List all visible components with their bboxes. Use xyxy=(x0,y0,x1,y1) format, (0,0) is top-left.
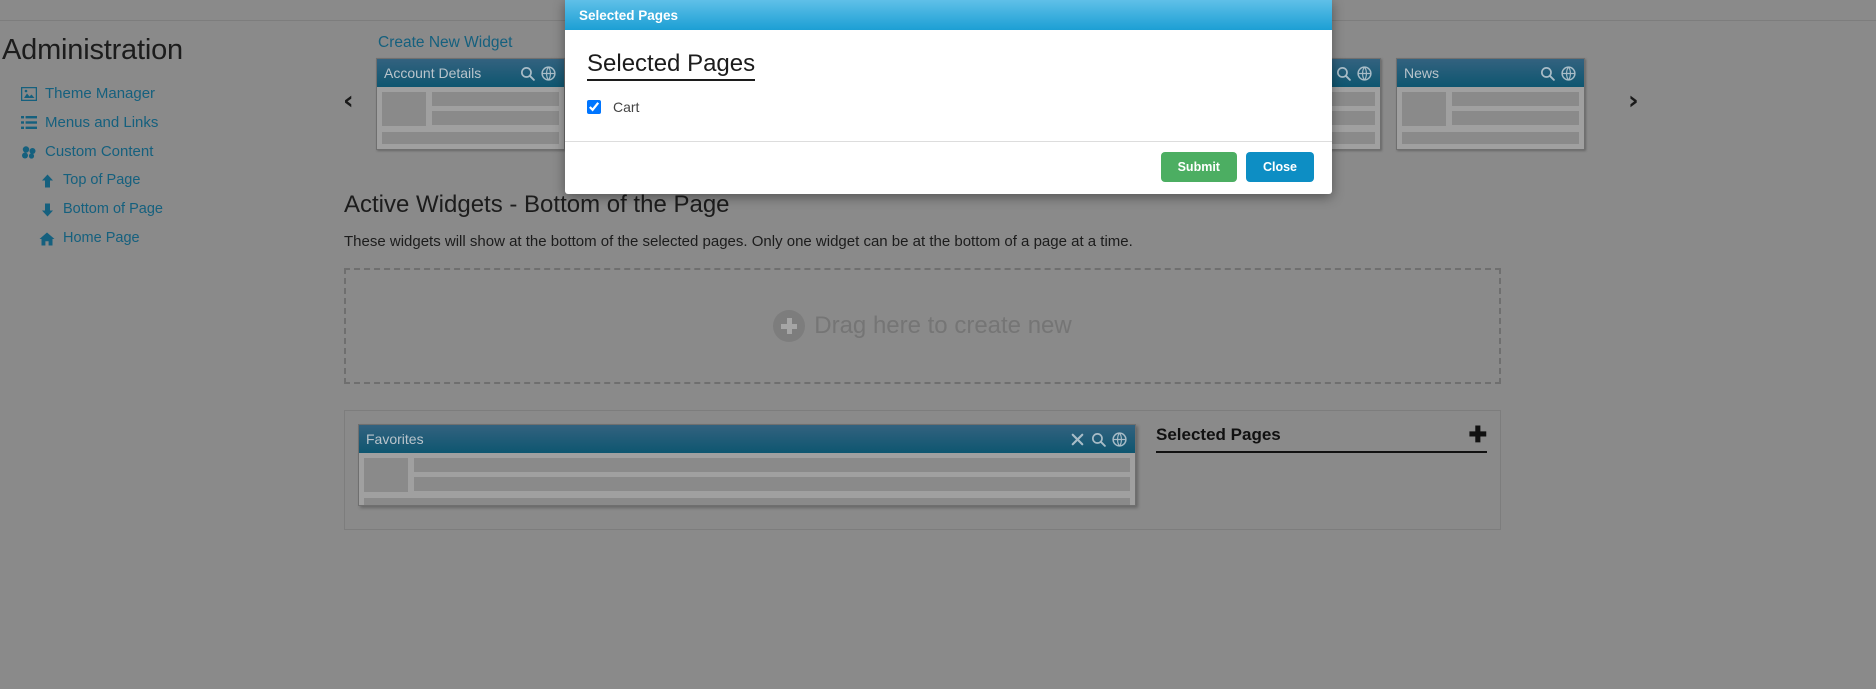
page-root: Administration Theme Manager Menus and Li… xyxy=(0,0,1876,689)
admin-sidebar: Administration Theme Manager Menus and Li… xyxy=(0,34,330,253)
carousel-next-icon[interactable]: › xyxy=(1628,88,1639,114)
dropzone-inner: Drag here to create new xyxy=(773,310,1072,342)
widget-skeleton-thumb xyxy=(1402,92,1446,126)
sidebar-item-top-of-page[interactable]: Top of Page xyxy=(0,166,330,195)
widget-skeleton-line xyxy=(414,458,1130,472)
globe-icon[interactable] xyxy=(540,65,557,82)
carousel-prev-icon[interactable]: ‹ xyxy=(343,88,354,114)
page-checkbox[interactable] xyxy=(587,100,601,114)
widget-skeleton-thumb xyxy=(364,458,408,492)
search-icon[interactable] xyxy=(1335,65,1352,82)
add-page-icon[interactable]: ✚ xyxy=(1469,424,1487,446)
widget-card-title: News xyxy=(1404,65,1440,81)
active-widget-title: Favorites xyxy=(366,431,424,447)
sidebar-item-menus-and-links[interactable]: Menus and Links xyxy=(0,108,330,137)
dropzone-label: Drag here to create new xyxy=(814,312,1072,339)
modal-title-bar: Selected Pages xyxy=(565,0,1332,30)
globe-icon[interactable] xyxy=(1560,65,1577,82)
sidebar-item-label: Menus and Links xyxy=(45,114,159,131)
widget-skeleton-lines xyxy=(414,458,1130,492)
sidebar-item-label: Custom Content xyxy=(45,143,154,160)
modal-footer: Submit Close xyxy=(565,141,1332,194)
section-title: Active Widgets - Bottom of the Page xyxy=(344,191,730,218)
widget-card[interactable]: Account Details xyxy=(376,58,565,150)
search-icon[interactable] xyxy=(1539,65,1556,82)
sidebar-nav: Theme Manager Menus and Links Custom Conte… xyxy=(0,79,330,253)
widget-skeleton-line xyxy=(414,477,1130,491)
sidebar-item-theme-manager[interactable]: Theme Manager xyxy=(0,79,330,108)
page-title: Administration xyxy=(2,34,183,66)
widget-card-title: Account Details xyxy=(384,65,482,81)
active-widget-body xyxy=(359,453,1135,505)
modal-options-list: Cart xyxy=(587,99,1310,115)
image-icon xyxy=(20,86,38,101)
widget-card-body xyxy=(1397,87,1584,149)
home-icon xyxy=(38,231,56,246)
sidebar-item-label: Home Page xyxy=(63,230,140,247)
widget-skeleton-thumb xyxy=(382,92,426,126)
search-icon[interactable] xyxy=(1090,431,1107,448)
widget-skeleton-line xyxy=(432,92,559,106)
widget-skeleton-line xyxy=(1452,92,1579,106)
sidebar-item-label: Theme Manager xyxy=(45,85,156,102)
widget-skeleton-footer xyxy=(1402,132,1579,144)
widget-card-header: Account Details xyxy=(377,59,564,87)
section-description: These widgets will show at the bottom of… xyxy=(344,233,1133,250)
widget-skeleton-row xyxy=(1402,92,1579,126)
widget-card-body xyxy=(377,87,564,149)
modal-window-title: Selected Pages xyxy=(579,7,679,23)
active-widget-card[interactable]: Favorites xyxy=(358,424,1136,506)
modal-body: Selected Pages Cart xyxy=(565,30,1332,141)
submit-button[interactable]: Submit xyxy=(1160,152,1237,182)
page-checkbox-label[interactable]: Cart xyxy=(613,99,639,115)
create-new-widget-link[interactable]: Create New Widget xyxy=(378,34,512,52)
widget-skeleton-lines xyxy=(432,92,559,126)
active-widget-header: Favorites xyxy=(359,425,1135,453)
close-button[interactable]: Close xyxy=(1245,152,1314,182)
widget-skeleton-footer xyxy=(382,132,559,144)
selected-pages-panel: Selected Pages ✚ xyxy=(1156,424,1487,516)
selected-pages-title: Selected Pages xyxy=(1156,425,1281,444)
selected-pages-header: Selected Pages ✚ xyxy=(1156,424,1487,453)
widget-dropzone[interactable]: Drag here to create new xyxy=(344,268,1501,384)
modal-heading: Selected Pages xyxy=(587,50,756,81)
widget-skeleton-footer xyxy=(364,498,1130,505)
globe-icon[interactable] xyxy=(1356,65,1373,82)
list-icon xyxy=(20,115,38,130)
arrow-down-icon xyxy=(38,202,56,217)
sidebar-item-custom-content[interactable]: Custom Content xyxy=(0,137,330,166)
widget-card-header: News xyxy=(1397,59,1584,87)
widget-card[interactable]: News xyxy=(1396,58,1585,150)
plus-circle-icon xyxy=(773,310,806,342)
selected-pages-modal: Selected Pages Selected Pages Cart Submi… xyxy=(565,0,1332,194)
sidebar-item-label: Top of Page xyxy=(63,172,141,189)
widget-skeleton-row xyxy=(382,92,559,126)
widget-skeleton-row xyxy=(364,458,1130,492)
sidebar-item-bottom-of-page[interactable]: Bottom of Page xyxy=(0,195,330,224)
globe-icon[interactable] xyxy=(1111,431,1128,448)
search-icon[interactable] xyxy=(519,65,536,82)
sidebar-item-home-page[interactable]: Home Page xyxy=(0,224,330,253)
widget-skeleton-lines xyxy=(1452,92,1579,126)
arrow-up-icon xyxy=(38,173,56,188)
close-icon[interactable] xyxy=(1069,431,1086,448)
modal-option-row: Cart xyxy=(587,99,1310,115)
widget-skeleton-line xyxy=(432,111,559,125)
widget-skeleton-line xyxy=(1452,111,1579,125)
sidebar-item-label: Bottom of Page xyxy=(63,201,163,218)
cubes-icon xyxy=(20,144,38,159)
active-widgets-panel: Favorites Selected Pages ✚ xyxy=(344,410,1501,530)
